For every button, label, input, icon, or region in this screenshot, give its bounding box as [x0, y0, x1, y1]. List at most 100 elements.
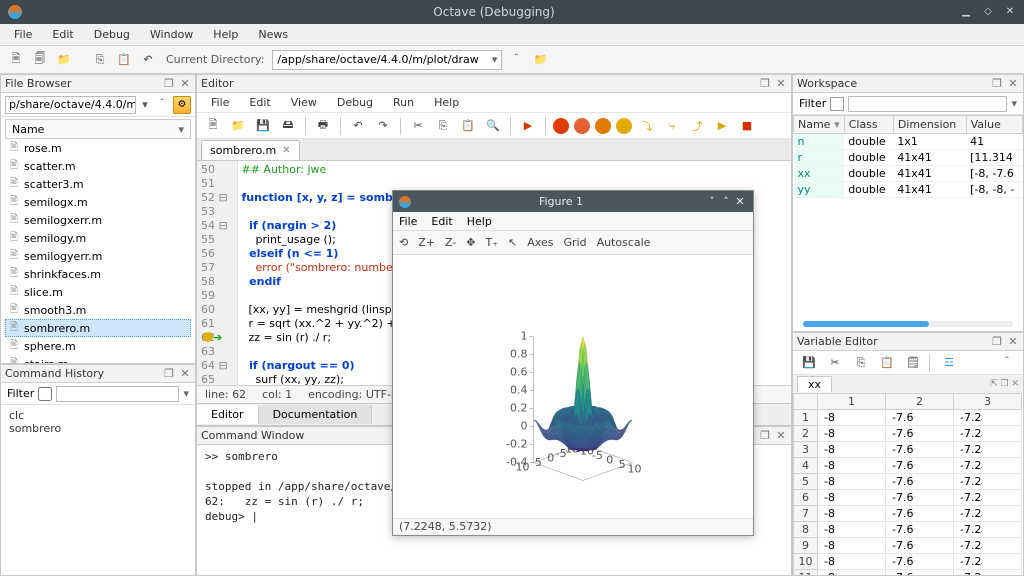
ed-cut-button[interactable]: ✂ — [408, 116, 428, 136]
ed-find-button[interactable]: 🔍 — [483, 116, 503, 136]
menu-news[interactable]: News — [250, 26, 296, 43]
figure-menu-file[interactable]: File — [399, 215, 417, 228]
copy-button[interactable]: ⎘ — [90, 50, 110, 70]
workspace-filter-input[interactable] — [848, 96, 1007, 112]
window-close-button[interactable]: ✕ — [1004, 6, 1016, 18]
new-function-button[interactable]: 🗐 — [30, 50, 50, 70]
ed-undo-button[interactable]: ↶ — [348, 116, 368, 136]
breakpoint-toggle-button[interactable] — [553, 118, 569, 134]
paste-button[interactable]: 📋 — [114, 50, 134, 70]
breakpoint-prev-button[interactable] — [574, 118, 590, 134]
cmd-history-undock-button[interactable]: ❐ — [163, 367, 175, 380]
menu-help[interactable]: Help — [205, 26, 246, 43]
rotate-icon[interactable]: ⟲ — [399, 236, 408, 249]
open-folder-button[interactable] — [54, 50, 74, 70]
file-browser-up-button[interactable]: ＾ — [154, 97, 170, 113]
file-row[interactable]: 🖹shrinkfaces.m — [5, 265, 191, 283]
dir-dropdown-icon[interactable]: ▾ — [492, 53, 498, 66]
file-row[interactable]: 🖹stairs.m — [5, 355, 191, 363]
ed-new-button[interactable]: 🗎 — [203, 116, 223, 136]
file-row[interactable]: 🖹scatter3.m — [5, 175, 191, 193]
zoom-in-button[interactable]: Z+ — [418, 236, 435, 249]
new-script-button[interactable]: 🗎 — [6, 50, 26, 70]
workspace-filter-checkbox[interactable] — [830, 97, 844, 111]
zoom-out-button[interactable]: Z- — [445, 236, 456, 249]
file-row[interactable]: 🖹sombrero.m — [5, 319, 191, 337]
figure-maximize-button[interactable]: ˄ — [719, 195, 733, 208]
ve-save-button[interactable]: 💾 — [799, 353, 819, 373]
vareditor-close-button[interactable]: ✕ — [1007, 335, 1019, 348]
figure-canvas[interactable]: -0.4-0.200.20.40.60.81-10-50510-10-50510 — [393, 255, 753, 518]
breakpoint-clear-button[interactable] — [616, 118, 632, 134]
editor-tab-sombrero[interactable]: sombrero.m ✕ — [201, 140, 300, 160]
breakpoint-next-button[interactable] — [595, 118, 611, 134]
file-row[interactable]: 🖹semilogyerr.m — [5, 247, 191, 265]
ed-save-button[interactable]: 💾 — [253, 116, 273, 136]
bottom-tab-documentation[interactable]: Documentation — [259, 405, 373, 424]
file-row[interactable]: 🖹semilogxerr.m — [5, 211, 191, 229]
history-item[interactable]: sombrero — [9, 422, 187, 435]
ed-print-button[interactable]: 🖶 — [313, 116, 333, 136]
menu-window[interactable]: Window — [142, 26, 201, 43]
figure-minimize-button[interactable]: ˅ — [705, 195, 719, 208]
menu-file[interactable]: File — [6, 26, 40, 43]
workspace-table[interactable]: Name ▾ClassDimensionValuendouble1x141rdo… — [793, 115, 1023, 216]
cmd-history-filter-checkbox[interactable] — [38, 387, 52, 401]
ed-open-button[interactable] — [228, 116, 248, 136]
vareditor-tab-xx[interactable]: xx — [797, 376, 832, 392]
editor-menu-debug[interactable]: Debug — [329, 94, 381, 111]
file-row[interactable]: 🖹semilogx.m — [5, 193, 191, 211]
axes-button[interactable]: Axes — [527, 236, 553, 249]
ve-plot-button[interactable]: ☲ — [939, 353, 959, 373]
file-browser-col-header[interactable]: Name ▾ — [5, 119, 191, 139]
step-in-button[interactable]: ⤷ — [662, 116, 682, 136]
editor-menu-view[interactable]: View — [283, 94, 325, 111]
pan-icon[interactable]: ✥ — [466, 236, 475, 249]
chevron-down-icon[interactable]: ▾ — [183, 387, 189, 400]
file-row[interactable]: 🖹sphere.m — [5, 337, 191, 355]
vareditor-undock-button[interactable]: ❐ — [991, 335, 1003, 348]
figure-titlebar[interactable]: Figure 1 ˅ ˄ ✕ — [393, 191, 753, 212]
file-browser-path-dropdown[interactable]: ▾ — [139, 98, 151, 111]
editor-menu-file[interactable]: File — [203, 94, 237, 111]
vareditor-tab-controls[interactable]: ⇱ ❐ ✕ — [990, 379, 1019, 389]
ed-paste-button[interactable]: 📋 — [458, 116, 478, 136]
close-icon[interactable]: ✕ — [282, 145, 290, 156]
step-over-button[interactable]: ⤵ — [637, 116, 657, 136]
ve-up-button[interactable]: ＾ — [997, 353, 1017, 373]
workspace-hscrollbar[interactable] — [803, 321, 1013, 327]
window-minimize-button[interactable]: ▁ — [960, 6, 972, 18]
figure-window[interactable]: Figure 1 ˅ ˄ ✕ File Edit Help ⟲ Z+ Z- ✥ … — [392, 190, 754, 536]
menu-debug[interactable]: Debug — [86, 26, 138, 43]
ed-saveall-button[interactable]: 🖴 — [278, 116, 298, 136]
continue-button[interactable]: ▶ — [712, 116, 732, 136]
ve-cut-button[interactable]: ✂ — [825, 353, 845, 373]
variable-grid[interactable]: 1231-8-7.6-7.22-8-7.6-7.23-8-7.6-7.24-8-… — [793, 393, 1023, 575]
editor-menu-help[interactable]: Help — [426, 94, 467, 111]
figure-menu-help[interactable]: Help — [467, 215, 492, 228]
dir-up-button[interactable]: ＾ — [506, 50, 526, 70]
current-dir-field[interactable]: /app/share/octave/4.4.0/m/plot/draw ▾ — [272, 50, 502, 70]
step-out-button[interactable]: ⤴ — [687, 116, 707, 136]
workspace-undock-button[interactable]: ❐ — [991, 77, 1003, 90]
file-browser-path-field[interactable]: p/share/octave/4.4.0/m/plot/draw — [5, 96, 136, 114]
window-maximize-button[interactable]: ◇ — [982, 6, 994, 18]
editor-menu-edit[interactable]: Edit — [241, 94, 278, 111]
editor-close-button[interactable]: ✕ — [775, 77, 787, 90]
figure-close-button[interactable]: ✕ — [733, 195, 747, 208]
cmd-history-filter-input[interactable] — [56, 386, 179, 402]
chevron-down-icon[interactable]: ▾ — [1011, 97, 1017, 110]
cmdwin-close-button[interactable]: ✕ — [775, 429, 787, 442]
file-browser-close-button[interactable]: ✕ — [179, 77, 191, 90]
ve-copy-button[interactable]: ⎘ — [851, 353, 871, 373]
bottom-tab-editor[interactable]: Editor — [197, 405, 259, 424]
file-row[interactable]: 🖹semilogy.m — [5, 229, 191, 247]
ve-paste-button[interactable]: 📋 — [877, 353, 897, 373]
cmd-history-close-button[interactable]: ✕ — [179, 367, 191, 380]
history-item[interactable]: clc — [9, 409, 187, 422]
cmdwin-undock-button[interactable]: ❐ — [759, 429, 771, 442]
file-browser-undock-button[interactable]: ❐ — [163, 77, 175, 90]
file-row[interactable]: 🖹scatter.m — [5, 157, 191, 175]
ve-paste-table-button[interactable]: 🗒 — [903, 353, 923, 373]
menu-edit[interactable]: Edit — [44, 26, 81, 43]
